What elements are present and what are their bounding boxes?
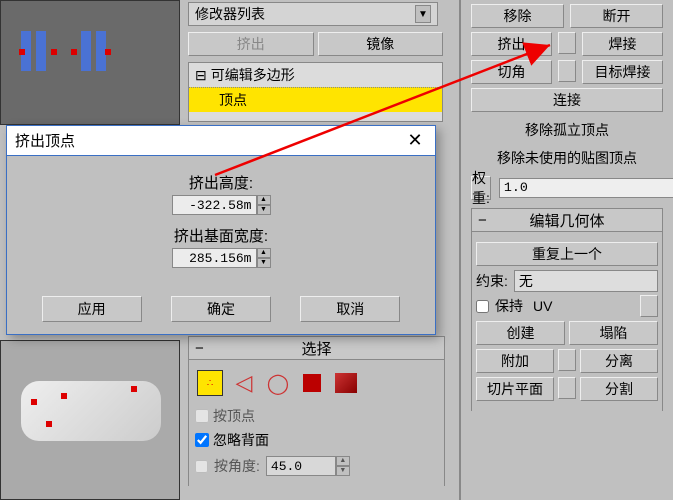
width-label: 挤出基面宽度: xyxy=(7,225,435,246)
tree-label: 顶点 xyxy=(219,90,247,110)
remove-button[interactable]: 移除 xyxy=(471,4,564,28)
detach-button[interactable]: 分离 xyxy=(580,349,658,373)
width-input[interactable] xyxy=(172,248,257,268)
constraint-dropdown[interactable]: 无 xyxy=(514,270,658,292)
chamfer-button[interactable]: 切角 xyxy=(471,60,552,84)
mirror-button[interactable]: 镜像 xyxy=(318,32,444,56)
byangle-label: 按角度: xyxy=(214,456,260,476)
rollout-title: 编辑几何体 xyxy=(529,210,604,231)
repeat-button[interactable]: 重复上一个 xyxy=(476,242,658,266)
minus-icon: − xyxy=(195,340,204,357)
dialog-title: 挤出顶点 xyxy=(15,130,75,151)
modifier-list-dropdown[interactable]: 修改器列表 ▼ xyxy=(188,2,438,26)
rollout-title: 选择 xyxy=(301,338,331,359)
selection-rollout-header[interactable]: − 选择 xyxy=(188,336,445,360)
targetweld-button[interactable]: 目标焊接 xyxy=(582,60,663,84)
split-button[interactable]: 分割 xyxy=(580,377,658,401)
collapse-button[interactable]: 塌陷 xyxy=(569,321,658,345)
attach-button[interactable]: 附加 xyxy=(476,349,554,373)
tree-item-vertex[interactable]: 顶点 xyxy=(189,87,442,112)
chamfer-settings-button[interactable] xyxy=(558,60,576,82)
tree-item-editpoly[interactable]: ⊟ 可编辑多边形 xyxy=(189,63,442,87)
edit-vertices-panel: 移除 断开 挤出 焊接 切角 目标焊接 连接 移除孤立顶点 移除未使用的贴图顶点… xyxy=(459,0,673,500)
spinner-down-icon[interactable]: ▼ xyxy=(257,258,271,268)
chevron-down-icon: ▼ xyxy=(415,5,431,23)
ignoreback-label: 忽略背面 xyxy=(213,430,269,450)
spinner-down-icon[interactable]: ▼ xyxy=(336,466,350,476)
height-label: 挤出高度: xyxy=(7,172,435,193)
expand-icon: ⊟ xyxy=(195,67,207,84)
extrude-vertices-dialog: 挤出顶点 ✕ 挤出高度: ▲ ▼ 挤出基面宽度: ▲ ▼ 应用 xyxy=(6,125,436,335)
vertex-subobj-icon[interactable]: ∴ xyxy=(197,370,223,396)
minus-icon: − xyxy=(478,212,487,229)
spinner-down-icon[interactable]: ▼ xyxy=(257,205,271,215)
byvertex-checkbox[interactable] xyxy=(195,409,209,423)
border-subobj-icon[interactable]: ◯ xyxy=(265,370,291,396)
weld-button[interactable]: 焊接 xyxy=(582,32,663,56)
connect-button[interactable]: 连接 xyxy=(471,88,663,112)
dropdown-label: 修改器列表 xyxy=(195,4,265,24)
element-subobj-icon[interactable] xyxy=(333,370,359,396)
spinner-up-icon[interactable]: ▲ xyxy=(257,248,271,258)
modifier-stack[interactable]: ⊟ 可编辑多边形 顶点 xyxy=(188,62,443,122)
byangle-checkbox[interactable] xyxy=(195,460,208,473)
polygon-subobj-icon[interactable] xyxy=(299,370,325,396)
extrude-settings-button[interactable] xyxy=(558,32,576,54)
dialog-titlebar[interactable]: 挤出顶点 ✕ xyxy=(7,126,435,156)
weight-button[interactable]: 权重: xyxy=(471,176,491,200)
angle-input[interactable] xyxy=(266,456,336,476)
cancel-button[interactable]: 取消 xyxy=(300,296,400,322)
attach-settings-button[interactable] xyxy=(558,349,576,371)
height-input[interactable] xyxy=(172,195,257,215)
spinner-up-icon[interactable]: ▲ xyxy=(257,195,271,205)
close-icon[interactable]: ✕ xyxy=(403,129,427,153)
break-button[interactable]: 断开 xyxy=(570,4,663,28)
constraint-value: 无 xyxy=(519,271,533,291)
edge-subobj-icon[interactable]: ◁ xyxy=(231,370,257,396)
apply-button[interactable]: 应用 xyxy=(42,296,142,322)
create-button[interactable]: 创建 xyxy=(476,321,565,345)
remove-iso-label: 移除孤立顶点 xyxy=(461,116,673,144)
tree-label: 可编辑多边形 xyxy=(211,65,295,85)
spinner-up-icon[interactable]: ▲ xyxy=(336,456,350,466)
viewport-top[interactable] xyxy=(0,0,180,125)
sliceplane-button[interactable]: 切片平面 xyxy=(476,377,554,401)
constraint-label: 约束: xyxy=(476,271,508,291)
remove-unused-label: 移除未使用的贴图顶点 xyxy=(461,144,673,172)
preserve-settings-button[interactable] xyxy=(640,295,658,317)
editgeo-rollout-header[interactable]: − 编辑几何体 xyxy=(471,208,663,232)
uv-label: UV xyxy=(533,298,552,314)
viewport-bottom[interactable] xyxy=(0,340,180,500)
preserve-checkbox[interactable] xyxy=(476,300,489,313)
ok-button[interactable]: 确定 xyxy=(171,296,271,322)
preserve-label: 保持 xyxy=(495,296,523,316)
byvertex-label: 按顶点 xyxy=(213,406,255,426)
split-settings-button[interactable] xyxy=(558,377,576,399)
extrude-button[interactable]: 挤出 xyxy=(188,32,314,56)
extrude-button[interactable]: 挤出 xyxy=(471,32,552,56)
ignoreback-checkbox[interactable] xyxy=(195,433,209,447)
weight-input[interactable] xyxy=(499,178,673,198)
